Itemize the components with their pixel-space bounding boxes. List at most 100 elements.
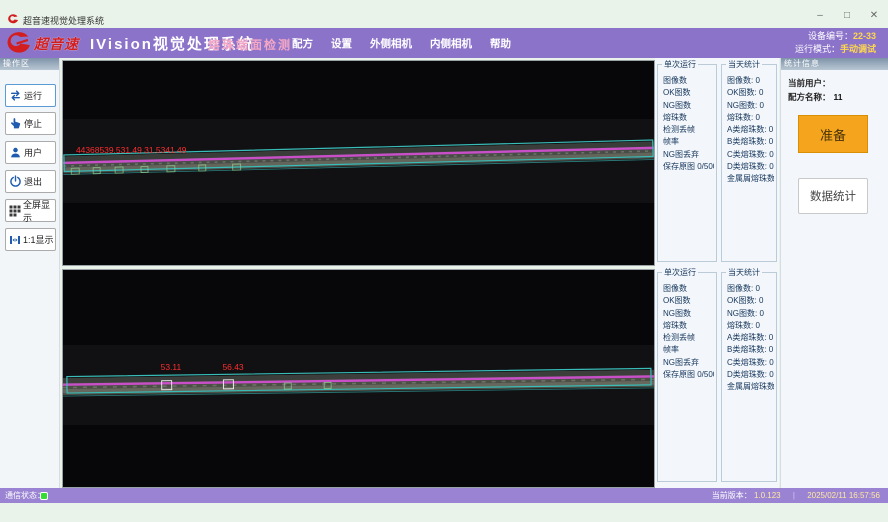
fullscreen-button[interactable]: 全屏显示 <box>5 199 56 222</box>
stat-row: 图像数: 0 <box>727 75 774 87</box>
version-label: 当前版本： <box>712 491 752 500</box>
current-user-label: 当前用户： <box>788 78 831 88</box>
brand-name: 超音速 <box>34 34 79 54</box>
stat-row: D类熔珠数: 0 <box>727 161 774 173</box>
app-window: 超音速视觉处理系统 – □ ✕ 超音速 IVision视觉处理系统 熔珠端面检测… <box>0 0 888 522</box>
daily-stats-group: 当天统计 图像数: 0 OK图数: 0 NG图数: 0 熔珠数: 0 A类熔珠数… <box>721 272 777 482</box>
minimize-button[interactable]: – <box>812 9 828 23</box>
run-button[interactable]: 运行 <box>5 84 56 107</box>
close-button[interactable]: ✕ <box>866 9 882 23</box>
run-icon <box>9 89 22 102</box>
stat-row: NG图数 <box>663 100 714 112</box>
header-bar: 超音速 IVision视觉处理系统 熔珠端面检测 配方 设置 外侧相机 内侧相机… <box>0 28 888 58</box>
app-logo-icon <box>7 13 19 25</box>
daily-stats-group: 当天统计 图像数: 0 OK图数: 0 NG图数: 0 熔珠数: 0 A类熔珠数… <box>721 64 777 262</box>
sidebar-title: 操作区 <box>0 58 59 70</box>
window-title: 超音速视觉处理系统 <box>23 14 104 27</box>
maximize-button[interactable]: □ <box>839 9 855 23</box>
stat-row: A类熔珠数: 0 <box>727 332 774 344</box>
info-panel: 统计信息 当前用户： 配方名称：11 准备 数据统计 <box>780 58 888 488</box>
device-number-label: 设备编号： <box>808 31 853 41</box>
stat-row: NG图丢弃 <box>663 149 714 161</box>
stop-icon <box>9 117 22 130</box>
version-value: 1.0.123 <box>754 491 781 500</box>
measurement-overlay-text: 44368539.531.49 31.5341.49 <box>76 145 187 155</box>
status-bar: 通信状态： 当前版本： 1.0.123 | 2025/02/11 16:57:5… <box>0 488 888 503</box>
menu-help[interactable]: 帮助 <box>490 36 511 51</box>
stat-row: B类熔珠数: 0 <box>727 136 774 148</box>
separator: | <box>793 491 795 500</box>
recipe-name-value: 11 <box>834 92 843 102</box>
stat-row: OK图数 <box>663 295 714 307</box>
stat-row: 熔珠数 <box>663 320 714 332</box>
one-to-one-button-label: 1:1显示 <box>23 233 54 246</box>
stat-row: D类熔珠数: 0 <box>727 369 774 381</box>
fullscreen-icon <box>9 205 21 217</box>
stat-row: 图像数: 0 <box>727 283 774 295</box>
run-mode-value: 手动调试 <box>840 44 876 54</box>
measurement-label: 56.43 <box>222 362 243 372</box>
comm-status-indicator <box>40 492 48 500</box>
brand-logo-icon <box>5 30 32 56</box>
stat-row: B类熔珠数: 0 <box>727 344 774 356</box>
app-subtitle: 熔珠端面检测 <box>208 36 292 53</box>
main-menu: 配方 设置 外侧相机 内侧相机 帮助 <box>292 28 511 58</box>
stat-row: OK图数: 0 <box>727 87 774 99</box>
user-button-label: 用户 <box>24 146 42 159</box>
stop-button[interactable]: 停止 <box>5 112 56 135</box>
stat-row: 帧率 <box>663 136 714 148</box>
recipe-name-row: 配方名称：11 <box>788 91 843 103</box>
single-run-group: 单次运行 图像数 OK图数 NG图数 熔珠数 检测丢帧 帧率 NG图丢弃 保存原… <box>657 64 717 262</box>
ready-button[interactable]: 准备 <box>798 115 868 153</box>
exit-button-label: 退出 <box>24 175 42 188</box>
menu-settings[interactable]: 设置 <box>331 36 352 51</box>
stat-row: 检测丢帧 <box>663 124 714 136</box>
data-statistics-button[interactable]: 数据统计 <box>798 178 868 214</box>
device-info: 设备编号：22-33 运行模式：手动调试 <box>795 30 876 56</box>
inner-camera-image[interactable]: 53.11 56.43 <box>62 269 655 488</box>
stat-row: 保存原图 0/500 <box>663 161 714 173</box>
window-titlebar: 超音速视觉处理系统 – □ ✕ <box>0 0 888 28</box>
outer-camera-image[interactable]: 44368539.531.49 31.5341.49 <box>62 60 655 266</box>
exit-button[interactable]: 退出 <box>5 170 56 193</box>
exit-icon <box>9 175 22 188</box>
stat-row: OK图数: 0 <box>727 295 774 307</box>
stat-row: 帧率 <box>663 344 714 356</box>
stat-row: OK图数 <box>663 87 714 99</box>
daily-stats-title: 当天统计 <box>726 267 762 278</box>
stat-row: 金属屑熔珠数: 0 <box>727 173 774 185</box>
single-run-group: 单次运行 图像数 OK图数 NG图数 熔珠数 检测丢帧 帧率 NG图丢弃 保存原… <box>657 272 717 482</box>
stat-row: 熔珠数: 0 <box>727 112 774 124</box>
version-info: 当前版本： 1.0.123 | 2025/02/11 16:57:56 <box>712 488 880 503</box>
single-run-title: 单次运行 <box>662 59 698 70</box>
user-icon <box>9 146 22 159</box>
inner-camera-stats: 单次运行 图像数 OK图数 NG图数 熔珠数 检测丢帧 帧率 NG图丢弃 保存原… <box>655 272 779 484</box>
comm-status-label: 通信状态： <box>5 488 45 503</box>
user-button[interactable]: 用户 <box>5 141 56 164</box>
one-to-one-button[interactable]: 1:1显示 <box>5 228 56 251</box>
outer-camera-stats: 单次运行 图像数 OK图数 NG图数 熔珠数 检测丢帧 帧率 NG图丢弃 保存原… <box>655 64 779 264</box>
stat-row: 金属屑熔珠数: 0 <box>727 381 774 393</box>
stat-row: NG图丢弃 <box>663 357 714 369</box>
menu-inner-camera[interactable]: 内侧相机 <box>430 36 472 51</box>
daily-stats-title: 当天统计 <box>726 59 762 70</box>
run-mode-label: 运行模式： <box>795 44 840 54</box>
current-user-row: 当前用户： <box>788 77 834 89</box>
stat-row: C类熔珠数: 0 <box>727 149 774 161</box>
single-run-title: 单次运行 <box>662 267 698 278</box>
stat-row: 熔珠数 <box>663 112 714 124</box>
stat-row: 保存原图 0/500 <box>663 369 714 381</box>
statistics-area: 单次运行 图像数 OK图数 NG图数 熔珠数 检测丢帧 帧率 NG图丢弃 保存原… <box>655 58 779 488</box>
one-to-one-icon <box>9 234 21 246</box>
menu-recipe[interactable]: 配方 <box>292 36 313 51</box>
stat-row: A类熔珠数: 0 <box>727 124 774 136</box>
stat-row: NG图数: 0 <box>727 308 774 320</box>
operation-sidebar: 操作区 运行 停止 用户 退出 <box>0 58 60 488</box>
stat-row: 检测丢帧 <box>663 332 714 344</box>
datetime: 2025/02/11 16:57:56 <box>807 491 880 500</box>
stop-button-label: 停止 <box>24 117 42 130</box>
stat-row: 熔珠数: 0 <box>727 320 774 332</box>
info-panel-title: 统计信息 <box>781 58 888 70</box>
menu-outer-camera[interactable]: 外侧相机 <box>370 36 412 51</box>
stat-row: NG图数: 0 <box>727 100 774 112</box>
